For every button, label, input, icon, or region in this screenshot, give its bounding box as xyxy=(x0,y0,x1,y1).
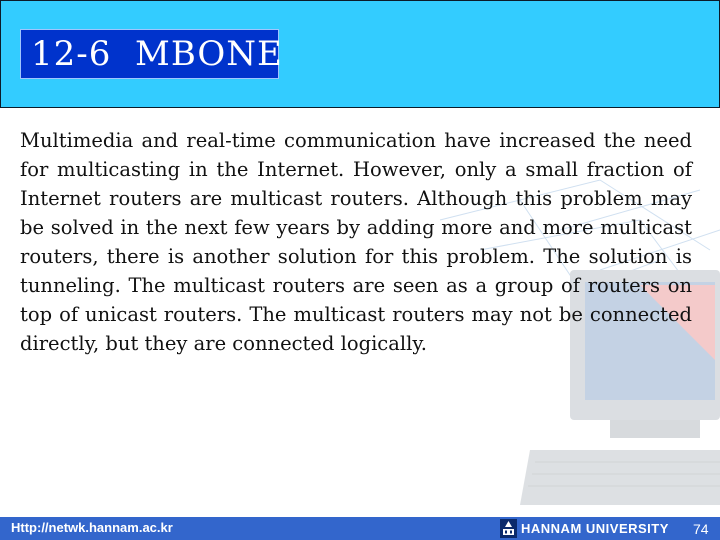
title-box: 12-6 MBONE xyxy=(20,29,282,79)
slide-body-text: Multimedia and real-time communication h… xyxy=(20,129,692,355)
university-name: HANNAM UNIVERSITY xyxy=(521,521,669,536)
footer-url-link[interactable]: Http://netwk.hannam.ac.kr xyxy=(11,519,173,537)
slide-header: 12-6 MBONE xyxy=(0,0,720,108)
slide-footer: Http://netwk.hannam.ac.kr HANNAM UNIVERS… xyxy=(0,517,720,540)
page-number: 74 xyxy=(693,521,709,537)
university-emblem-icon xyxy=(500,519,517,538)
slide-title: 12-6 MBONE xyxy=(31,34,283,74)
